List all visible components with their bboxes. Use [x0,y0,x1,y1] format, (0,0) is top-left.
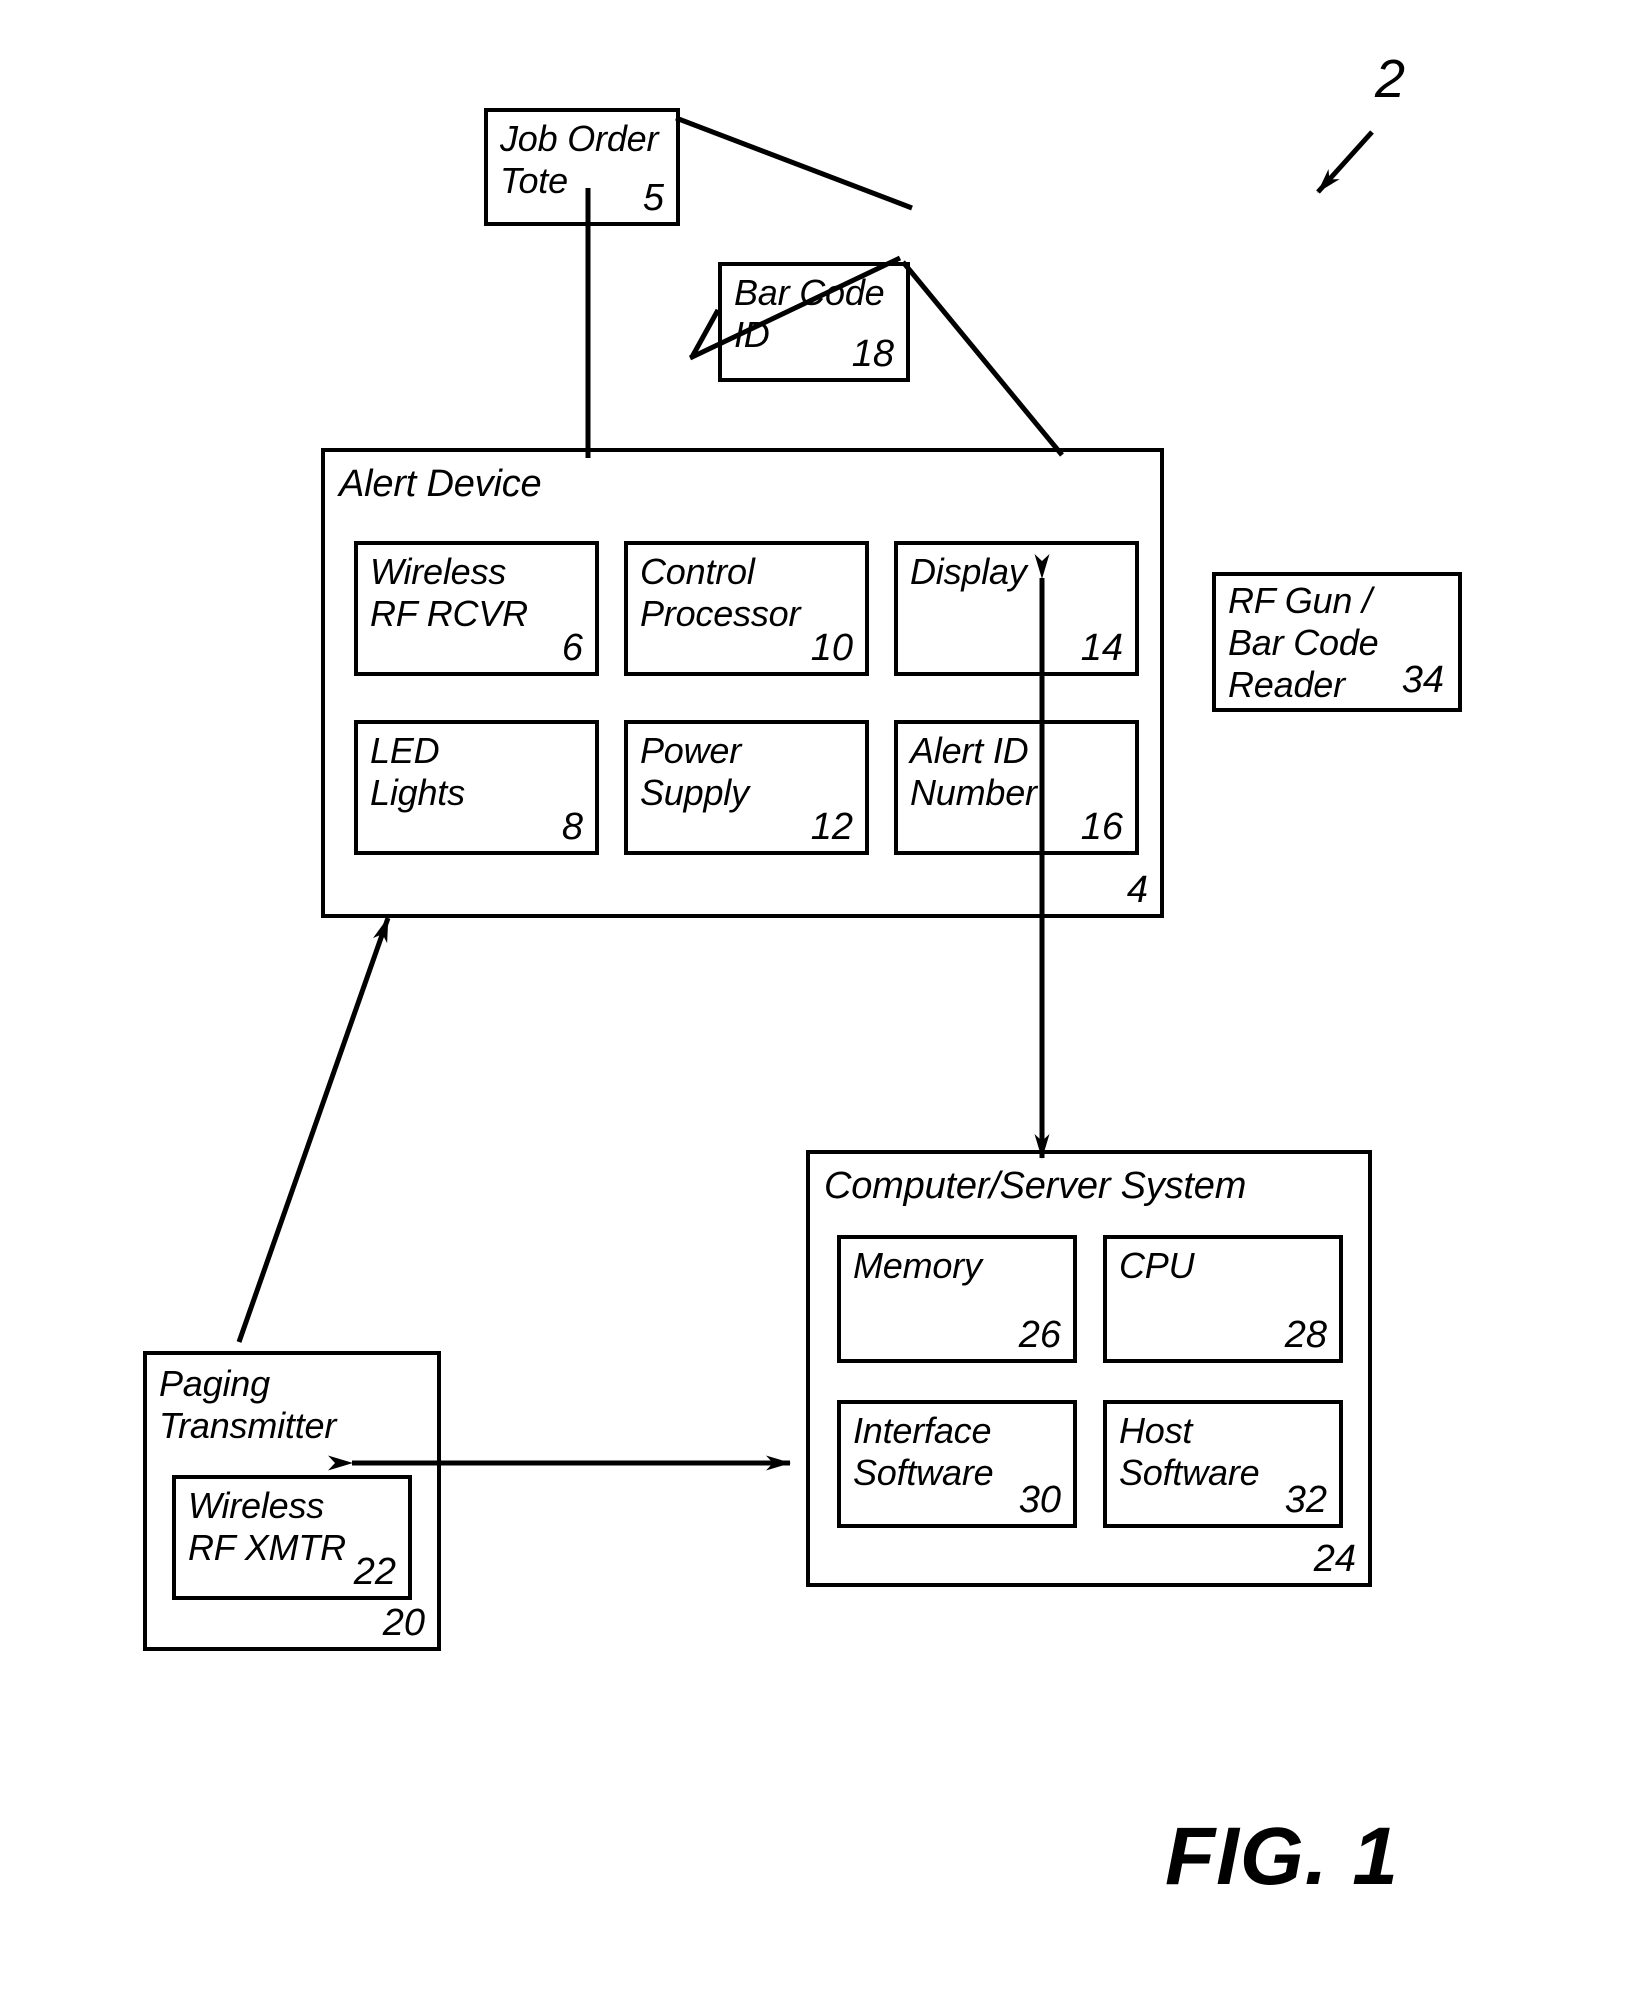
node-control-processor[interactable]: Control Processor 10 [624,541,869,676]
patent-figure-1: Job Order Tote 5 Bar Code ID 18 Alert De… [0,0,1630,1995]
node-memory[interactable]: Memory 26 [837,1235,1077,1363]
node-wireless-rf-xmtr[interactable]: Wireless RF XMTR 22 [172,1475,412,1600]
node-alert-id-number-title: Alert ID Number [910,730,1037,813]
node-alert-device-title: Alert Device [339,463,542,505]
node-cpu-title: CPU [1119,1245,1195,1286]
node-display-ref: 14 [1080,627,1123,669]
node-paging-transmitter-title: Paging Transmitter [159,1363,337,1446]
node-paging-transmitter[interactable]: Paging Transmitter 20 Wireless RF XMTR 2… [143,1351,441,1651]
node-paging-transmitter-ref: 20 [382,1602,425,1644]
node-host-software-ref: 32 [1284,1479,1327,1521]
node-rf-gun-ref: 34 [1401,659,1444,701]
node-interface-software-ref: 30 [1018,1479,1061,1521]
node-power-supply-title: Power Supply [640,730,749,813]
node-wireless-rf-rcvr[interactable]: Wireless RF RCVR 6 [354,541,599,676]
node-job-order-tote[interactable]: Job Order Tote 5 [484,108,680,226]
node-power-supply[interactable]: Power Supply 12 [624,720,869,855]
node-bar-code-id[interactable]: Bar Code ID 18 [718,262,910,382]
line-system-ref-arrow [1316,130,1374,194]
node-job-order-tote-title: Job Order Tote [500,118,659,201]
node-wireless-rf-rcvr-ref: 6 [561,627,583,669]
node-led-lights-ref: 8 [561,806,583,848]
line-barcode-to-rfgun [901,260,1064,457]
node-rf-gun-bar-code-reader[interactable]: RF Gun / Bar Code Reader 34 [1212,572,1462,712]
node-host-software[interactable]: Host Software 32 [1103,1400,1343,1528]
node-led-lights[interactable]: LED Lights 8 [354,720,599,855]
line-tote-to-barcode [675,115,913,211]
node-alert-id-number-ref: 16 [1080,806,1123,848]
node-memory-ref: 26 [1018,1314,1061,1356]
node-host-software-title: Host Software [1119,1410,1260,1493]
node-wireless-rf-rcvr-title: Wireless RF RCVR [370,551,528,634]
line-paging-to-alertdevice [236,917,391,1343]
node-display[interactable]: Display 14 [894,541,1139,676]
node-control-processor-ref: 10 [810,627,853,669]
node-control-processor-title: Control Processor [640,551,801,634]
node-computer-server-system-ref: 24 [1313,1538,1356,1580]
node-computer-server-system-title: Computer/Server System [824,1165,1247,1207]
node-interface-software[interactable]: Interface Software 30 [837,1400,1077,1528]
node-alert-id-number[interactable]: Alert ID Number 16 [894,720,1139,855]
node-wireless-rf-xmtr-ref: 22 [353,1551,396,1593]
node-power-supply-ref: 12 [810,806,853,848]
node-display-title: Display [910,551,1027,592]
node-interface-software-title: Interface Software [853,1410,994,1493]
node-cpu[interactable]: CPU 28 [1103,1235,1343,1363]
node-led-lights-title: LED Lights [370,730,465,813]
node-wireless-rf-xmtr-title: Wireless RF XMTR [188,1485,346,1568]
node-job-order-tote-ref: 5 [642,177,664,219]
node-bar-code-id-ref: 18 [851,333,894,375]
node-computer-server-system[interactable]: Computer/Server System 24 Memory 26 CPU … [806,1150,1372,1587]
node-alert-device[interactable]: Alert Device 4 Wireless RF RCVR 6 Contro… [321,448,1164,918]
node-alert-device-ref: 4 [1126,869,1148,911]
node-memory-title: Memory [853,1245,982,1286]
node-rf-gun-title: RF Gun / Bar Code Reader [1228,580,1379,705]
node-cpu-ref: 28 [1284,1314,1327,1356]
